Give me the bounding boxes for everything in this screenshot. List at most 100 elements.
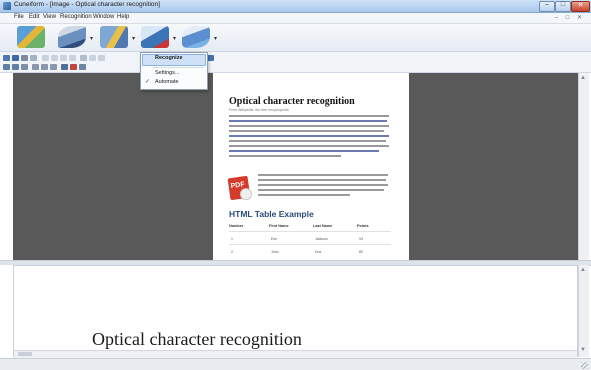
table-cell: 94 <box>359 237 363 241</box>
text-line <box>229 130 384 132</box>
text-line <box>229 140 386 142</box>
scan-icon[interactable] <box>17 26 45 48</box>
paste-icon[interactable] <box>60 55 67 61</box>
text-line <box>229 115 389 117</box>
page-title: Optical character recognition <box>229 96 355 107</box>
copy-icon[interactable] <box>51 55 58 61</box>
table-cell: Eve <box>271 237 278 241</box>
font-icon[interactable] <box>80 55 87 61</box>
scroll-down-icon[interactable]: ▼ <box>580 347 586 353</box>
table-header-points: Points <box>357 224 369 228</box>
open-image-icon[interactable] <box>58 26 86 48</box>
scan-dropdown-arrow[interactable]: ▾ <box>90 35 93 42</box>
menu-view[interactable]: View <box>43 14 56 20</box>
menu-file[interactable]: File <box>14 14 24 20</box>
menu-help[interactable]: Help <box>117 14 129 20</box>
maximize-button[interactable]: □ <box>555 1 571 12</box>
text-line <box>229 145 389 147</box>
layout-icon[interactable] <box>100 26 128 48</box>
text-line <box>229 120 387 122</box>
text-line <box>229 135 389 137</box>
table-header-first-name: First Name <box>269 224 289 228</box>
recognized-text[interactable]: Optical character recognition <box>92 329 302 350</box>
close-button[interactable]: ✕ <box>571 1 590 12</box>
table-cell: 2 <box>231 250 233 254</box>
text-line <box>258 184 388 186</box>
text-line <box>258 174 388 176</box>
save-icon[interactable] <box>12 55 19 61</box>
window-title: Cuneiform - [Image - Optical character r… <box>14 1 160 8</box>
rotate-left-icon[interactable] <box>32 64 39 70</box>
pdf-icon: PDF <box>227 175 253 201</box>
text-vertical-scrollbar[interactable]: ▲ ▼ <box>578 265 589 357</box>
zoom-out-icon[interactable] <box>12 64 19 70</box>
text-line <box>229 155 341 157</box>
clear-areas-icon[interactable] <box>70 64 77 70</box>
table-cell: 1 <box>231 237 233 241</box>
status-bar <box>0 358 591 370</box>
properties-icon[interactable] <box>30 55 37 61</box>
new-icon[interactable] <box>3 55 10 61</box>
table-header-number: Number <box>229 224 244 228</box>
layout-dropdown-arrow[interactable]: ▾ <box>132 35 135 42</box>
text-horizontal-scrollbar[interactable] <box>14 350 577 358</box>
cut-icon[interactable] <box>42 55 49 61</box>
grid-icon[interactable] <box>79 64 86 70</box>
text-line <box>229 125 389 127</box>
recognized-text-pane[interactable]: Optical character recognition <box>13 265 578 357</box>
menu-recognition[interactable]: Recognition <box>60 14 92 20</box>
main-toolbar: ▾ ▾ ▾ ▾ <box>0 24 591 52</box>
minimize-button[interactable]: – <box>539 1 555 12</box>
recognize-menu: Recognize Settings... ✓ Automate <box>140 52 208 90</box>
page-subtitle: From Wikipedia, the free encyclopedia <box>229 108 289 112</box>
table-cell: Jackson <box>315 237 328 241</box>
export-icon[interactable] <box>182 26 210 48</box>
menu-item-settings[interactable]: Settings... <box>155 70 179 76</box>
menu-separator <box>153 67 204 68</box>
text-line <box>258 189 384 191</box>
mdi-controls[interactable]: – □ ✕ <box>555 14 585 21</box>
table-icon[interactable] <box>98 55 105 61</box>
export-dropdown-arrow[interactable]: ▾ <box>214 35 217 42</box>
table-cell: John <box>271 250 279 254</box>
title-bar: Cuneiform - [Image - Optical character r… <box>0 0 591 13</box>
flip-icon[interactable] <box>50 64 57 70</box>
text-pane-gutter <box>0 265 14 357</box>
text-line <box>229 150 379 152</box>
columns-icon[interactable] <box>89 55 96 61</box>
scrollbar-thumb[interactable] <box>18 352 32 356</box>
image-vertical-scrollbar[interactable]: ▲ <box>578 73 589 260</box>
recognize-dropdown-arrow[interactable]: ▾ <box>173 35 176 42</box>
cuneiform-window: Cuneiform - [Image - Optical character r… <box>0 0 591 370</box>
recognize-icon[interactable] <box>141 26 169 48</box>
fit-page-icon[interactable] <box>21 64 28 70</box>
table-rule <box>229 244 391 245</box>
delete-icon[interactable] <box>69 55 76 61</box>
menu-window[interactable]: Window <box>93 14 114 20</box>
text-line <box>258 194 350 196</box>
table-header-last-name: Last Name <box>313 224 333 228</box>
menu-item-recognize[interactable]: Recognize <box>155 55 183 61</box>
resize-grip-icon[interactable] <box>581 362 588 369</box>
image-pane-gutter <box>0 73 14 260</box>
scroll-up-icon[interactable]: ▲ <box>580 267 586 273</box>
word-export-icon[interactable] <box>207 55 214 61</box>
scanned-page: Optical character recognition From Wikip… <box>213 73 409 260</box>
app-icon <box>3 2 11 10</box>
scroll-up-icon[interactable]: ▲ <box>580 75 586 81</box>
zoom-in-icon[interactable] <box>3 64 10 70</box>
image-pane[interactable]: Optical character recognition From Wikip… <box>13 73 578 260</box>
text-line <box>258 179 386 181</box>
menu-bar: File Edit View Recognition Window Help –… <box>0 13 591 24</box>
secondary-toolbar <box>0 52 591 73</box>
print-icon[interactable] <box>21 55 28 61</box>
table-cell: 80 <box>359 250 363 254</box>
menu-edit[interactable]: Edit <box>29 14 39 20</box>
menu-item-automate[interactable]: Automate <box>155 79 179 85</box>
rotate-right-icon[interactable] <box>41 64 48 70</box>
table-cell: Doe <box>315 250 322 254</box>
table-heading: HTML Table Example <box>229 209 314 219</box>
table-rule <box>229 231 391 232</box>
select-area-icon[interactable] <box>61 64 68 70</box>
checkmark-icon: ✓ <box>145 79 151 85</box>
